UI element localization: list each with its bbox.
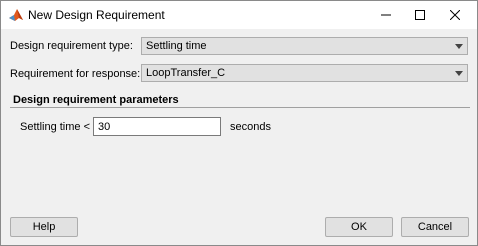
matlab-icon <box>8 7 24 23</box>
close-icon <box>450 10 460 20</box>
settling-time-label: Settling time < <box>20 121 91 133</box>
title-bar: New Design Requirement <box>1 1 477 29</box>
requirement-type-value: Settling time <box>146 40 207 52</box>
help-button[interactable]: Help <box>10 217 78 237</box>
dialog-window: New Design Requirement Design requiremen… <box>0 0 478 246</box>
unit-label: seconds <box>230 121 271 133</box>
requirement-type-dropdown[interactable]: Settling time <box>141 37 468 55</box>
minimize-button[interactable] <box>369 1 403 29</box>
section-divider <box>10 107 470 108</box>
window-title: New Design Requirement <box>28 8 165 22</box>
requirement-type-label: Design requirement type: <box>10 40 133 52</box>
parameters-section-title: Design requirement parameters <box>13 94 179 106</box>
maximize-icon <box>415 10 425 20</box>
cancel-button[interactable]: Cancel <box>401 217 469 237</box>
close-button[interactable] <box>438 1 472 29</box>
minimize-icon <box>381 14 391 16</box>
maximize-button[interactable] <box>403 1 437 29</box>
response-value: LoopTransfer_C <box>146 67 226 79</box>
chevron-down-icon <box>455 44 463 49</box>
response-dropdown[interactable]: LoopTransfer_C <box>141 64 468 82</box>
ok-button[interactable]: OK <box>325 217 393 237</box>
settling-time-input[interactable] <box>93 117 221 136</box>
response-label: Requirement for response: <box>10 68 141 80</box>
chevron-down-icon <box>455 71 463 76</box>
